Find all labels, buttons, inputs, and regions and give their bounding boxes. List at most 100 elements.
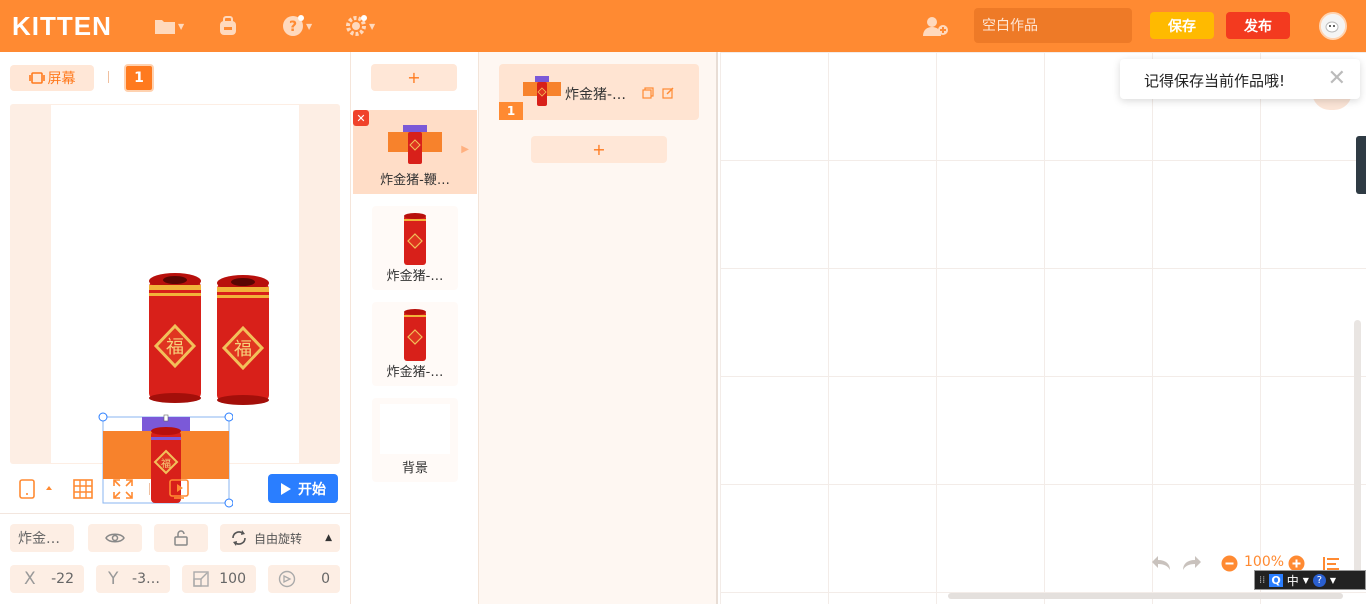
- help-icon: ?: [1312, 573, 1326, 587]
- divider: [149, 483, 150, 495]
- lock-toggle[interactable]: [154, 524, 208, 552]
- code-workspace[interactable]: [720, 52, 1366, 604]
- sprite-name: 炸金猪-鞭…: [380, 173, 450, 188]
- undo-icon[interactable]: [1150, 554, 1172, 572]
- svg-text:福: 福: [161, 457, 171, 470]
- start-label: 开始: [298, 481, 326, 498]
- horizontal-scrollbar[interactable]: [948, 593, 1343, 599]
- y-label: Y: [108, 569, 119, 589]
- help-menu[interactable]: ? ▼: [282, 14, 312, 38]
- stage-panel: 屏幕 1 福 福 福 开始 炸金… 自由旋转 ▲ X -22 Y -3… 100…: [0, 52, 350, 604]
- top-bar: KITTEN ▼ ? ▼ ▼ 保存 发布: [0, 0, 1366, 52]
- add-script-button[interactable]: +: [531, 136, 667, 163]
- scale-value: 100: [219, 571, 246, 587]
- edit-icon[interactable]: [662, 87, 674, 99]
- save-button[interactable]: 保存: [1150, 12, 1214, 39]
- add-collaborator-button[interactable]: [922, 14, 950, 38]
- add-user-icon: [923, 17, 948, 36]
- rotation-mode-value: 自由旋转: [254, 531, 303, 546]
- help-icon: ?: [283, 15, 304, 36]
- direction-icon: [278, 570, 296, 588]
- expand-icon: [113, 479, 133, 499]
- ime-toolbar[interactable]: ⁞⁞ Q 中 ▼ ? ▼: [1254, 570, 1366, 590]
- close-icon[interactable]: ✕: [1328, 66, 1346, 91]
- background-item[interactable]: 背景: [372, 398, 458, 482]
- rotation-mode-select[interactable]: 自由旋转 ▲: [220, 524, 340, 552]
- svg-text:福: 福: [234, 339, 252, 360]
- chevron-down-icon: ▼: [1302, 575, 1309, 585]
- redo-icon[interactable]: [1181, 554, 1203, 572]
- backpack-button[interactable]: [217, 14, 239, 38]
- caret-right-icon: ▶: [461, 144, 469, 155]
- sprite-name-value: 炸金…: [18, 531, 60, 547]
- eye-icon: [105, 533, 125, 543]
- svg-text:?: ?: [289, 19, 297, 35]
- direction-value: 0: [321, 571, 330, 587]
- chevron-down-icon: ▼: [306, 21, 313, 31]
- toast-message: 记得保存当前作品哦!: [1144, 72, 1286, 90]
- sprite-item[interactable]: 炸金猪-…: [372, 206, 458, 290]
- y-field[interactable]: Y -3…: [96, 565, 170, 593]
- grid-icon: [73, 479, 93, 499]
- record-button[interactable]: [168, 478, 190, 504]
- firecracker-sprite[interactable]: 福: [148, 271, 202, 403]
- settings-menu[interactable]: ▼: [345, 14, 375, 38]
- divider: [108, 71, 109, 83]
- sprite-item[interactable]: 炸金猪-…: [372, 302, 458, 386]
- x-value: -22: [51, 571, 74, 587]
- device-selector[interactable]: [18, 478, 58, 504]
- page-1-button[interactable]: 1: [124, 64, 154, 92]
- publish-button[interactable]: 发布: [1226, 12, 1290, 39]
- caret-up-icon: ▲: [325, 533, 332, 543]
- screen-label: 屏幕: [47, 71, 76, 87]
- file-menu[interactable]: ▼: [154, 14, 184, 38]
- grid-toggle[interactable]: [72, 478, 94, 504]
- zoom-out-icon[interactable]: [1221, 555, 1238, 572]
- grip-icon: ⁞⁞: [1259, 574, 1266, 586]
- screen-button[interactable]: 屏幕: [10, 65, 94, 91]
- fullscreen-button[interactable]: [112, 478, 134, 504]
- script-thumbnail: [523, 76, 561, 106]
- script-name: 炸金猪-…: [565, 87, 627, 103]
- ime-mode: 中: [1286, 573, 1299, 588]
- direction-field[interactable]: 0: [268, 565, 340, 593]
- folder-icon: [155, 20, 175, 34]
- video-icon: [169, 479, 189, 499]
- unlock-icon: [174, 530, 188, 546]
- sprite-thumbnail: [404, 309, 426, 361]
- firecracker-sprite[interactable]: 福: [216, 273, 270, 405]
- copy-icon[interactable]: [642, 87, 654, 99]
- save-reminder-toast: 记得保存当前作品哦! ✕: [1120, 59, 1360, 99]
- background-thumbnail: [380, 404, 450, 454]
- script-number-badge: 1: [499, 102, 523, 120]
- sprite-thumbnail: [388, 125, 442, 164]
- start-button[interactable]: 开始: [268, 474, 338, 503]
- play-icon: [281, 482, 291, 495]
- zoom-level: 100%: [1244, 554, 1285, 570]
- app-logo: KITTEN: [12, 11, 112, 41]
- background-name: 背景: [401, 461, 428, 476]
- visibility-toggle[interactable]: [88, 524, 142, 552]
- work-title-input[interactable]: [974, 8, 1132, 43]
- chevron-down-icon: ▼: [178, 21, 185, 31]
- side-widget[interactable]: [1356, 136, 1366, 194]
- ime-q-icon: Q: [1269, 573, 1283, 587]
- vertical-scrollbar[interactable]: [1354, 320, 1361, 590]
- sprite-item[interactable]: ▶ 炸金猪-鞭…: [353, 110, 477, 194]
- chevron-down-icon: ▼: [369, 21, 376, 31]
- sprite-name-field[interactable]: 炸金…: [10, 524, 74, 552]
- sprite-name: 炸金猪-…: [386, 365, 444, 380]
- script-item[interactable]: 炸金猪-… 1: [499, 64, 699, 120]
- delete-sprite-button[interactable]: ✕: [353, 110, 369, 126]
- chevron-down-icon: ▼: [1329, 575, 1337, 585]
- rotate-icon: [232, 530, 246, 546]
- add-sprite-button[interactable]: +: [371, 64, 457, 91]
- user-avatar[interactable]: [1319, 12, 1347, 40]
- stage-canvas[interactable]: 福 福 福: [51, 105, 299, 508]
- svg-text:福: 福: [166, 337, 184, 358]
- y-value: -3…: [132, 571, 160, 587]
- x-field[interactable]: X -22: [10, 565, 84, 593]
- gear-icon: [346, 15, 367, 36]
- scale-field[interactable]: 100: [182, 565, 256, 593]
- screen-icon: [28, 72, 45, 84]
